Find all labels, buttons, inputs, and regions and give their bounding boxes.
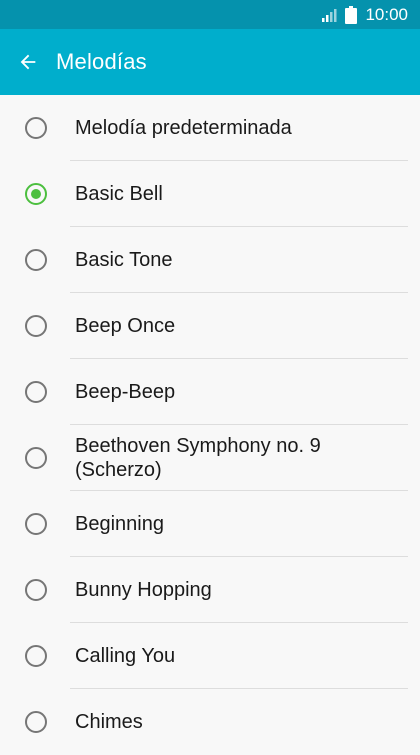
page-title: Melodías xyxy=(56,49,147,74)
ringtone-item[interactable]: Beginning xyxy=(0,491,420,557)
ringtone-label: Basic Tone xyxy=(75,249,173,271)
ringtone-label: Beep-Beep xyxy=(75,381,176,403)
radio-button[interactable] xyxy=(25,579,47,601)
radio-button[interactable] xyxy=(25,117,47,139)
radio-button[interactable] xyxy=(25,315,47,337)
radio-button[interactable] xyxy=(25,381,47,403)
ringtone-label: Beep Once xyxy=(75,315,176,337)
radio-button[interactable] xyxy=(25,513,47,535)
ringtone-item[interactable]: Chimes xyxy=(0,689,420,755)
ringtone-item[interactable]: Beep Once xyxy=(0,293,420,359)
ringtone-label: Beethoven Symphony no. 9 (Scherzo) xyxy=(75,435,321,481)
radio-button[interactable] xyxy=(25,711,47,733)
radio-button[interactable] xyxy=(25,249,47,271)
ringtone-item[interactable]: Beethoven Symphony no. 9 (Scherzo) xyxy=(0,425,420,491)
ringtone-label: Beginning xyxy=(75,513,164,535)
ringtone-label: Basic Bell xyxy=(75,183,163,205)
status-bar: 10:00 xyxy=(0,0,420,29)
arrow-left-icon xyxy=(20,54,36,70)
app-bar: Melodías xyxy=(0,29,420,95)
radio-button[interactable] xyxy=(25,447,47,469)
ringtone-item[interactable]: Bunny Hopping xyxy=(0,557,420,623)
ringtone-label: Melodía predeterminada xyxy=(75,117,292,139)
signal-icon xyxy=(321,8,337,22)
ringtone-item[interactable]: Calling You xyxy=(0,623,420,689)
ringtone-item[interactable]: Basic Bell xyxy=(0,161,420,227)
ringtone-list: Melodía predeterminada Basic Bell Basic To… xyxy=(0,95,420,755)
battery-icon xyxy=(345,5,358,24)
ringtone-label: Bunny Hopping xyxy=(75,579,212,601)
radio-button-checked[interactable] xyxy=(25,183,47,205)
ringtone-item[interactable]: Melodía predeterminada xyxy=(0,95,420,161)
ringtone-label: Chimes xyxy=(75,711,143,733)
ringtone-item[interactable]: Beep-Beep xyxy=(0,359,420,425)
back-button[interactable] xyxy=(0,29,56,95)
ringtone-label: Calling You xyxy=(75,645,176,667)
radio-button[interactable] xyxy=(25,645,47,667)
ringtone-item[interactable]: Basic Tone xyxy=(0,227,420,293)
status-time: 10:00 xyxy=(365,4,408,24)
